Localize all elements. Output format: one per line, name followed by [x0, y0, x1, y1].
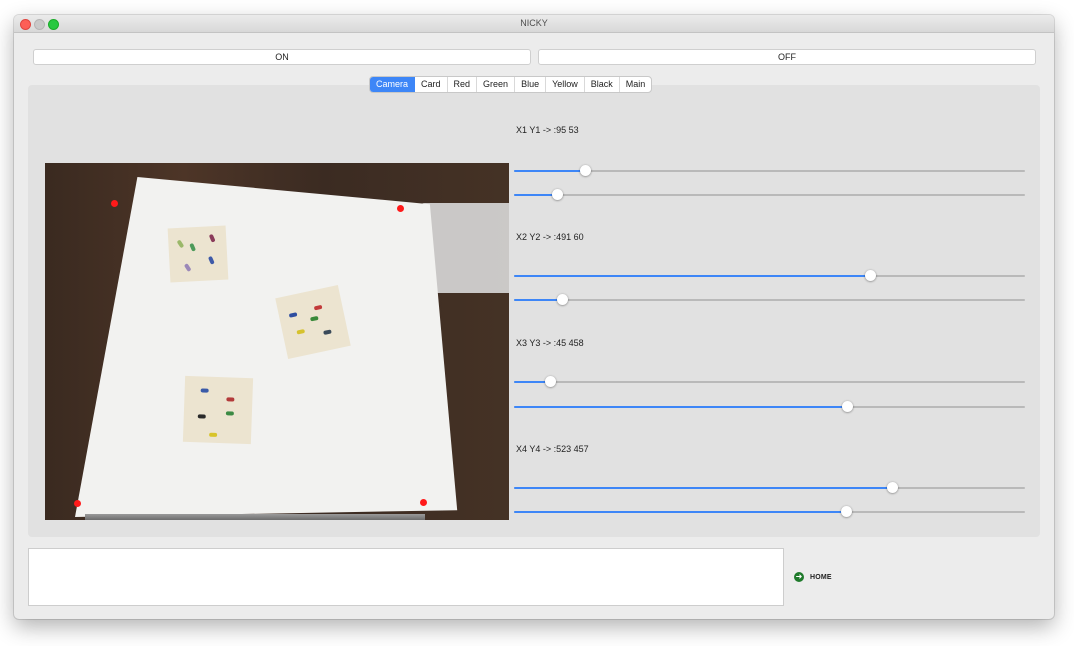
- slider-knob[interactable]: [841, 401, 853, 412]
- output-text-area[interactable]: [28, 548, 784, 606]
- home-button[interactable]: ➜ HOME: [794, 572, 832, 582]
- title-bar: NICKY: [14, 15, 1054, 33]
- corner4-label: X4 Y4 -> :523 457: [516, 444, 589, 454]
- corner2-label: X2 Y2 -> :491 60: [516, 232, 584, 242]
- corner-marker: [420, 499, 427, 506]
- card-note: [167, 225, 229, 283]
- corner1-y-slider[interactable]: [514, 189, 1025, 200]
- slider-knob[interactable]: [551, 189, 563, 200]
- corner2-x-slider[interactable]: [514, 270, 1025, 281]
- tab-camera[interactable]: Camera: [370, 77, 416, 92]
- corner-marker: [74, 500, 81, 507]
- tab-black[interactable]: Black: [585, 77, 620, 92]
- on-button[interactable]: ON: [33, 49, 531, 65]
- slider-knob[interactable]: [580, 165, 592, 176]
- slider-knob[interactable]: [557, 294, 569, 305]
- slider-knob[interactable]: [886, 482, 898, 493]
- home-label: HOME: [810, 573, 832, 581]
- off-button[interactable]: OFF: [538, 49, 1036, 65]
- corner3-x-slider[interactable]: [514, 376, 1025, 387]
- corner-marker: [111, 200, 118, 207]
- card-note: [275, 285, 351, 359]
- window-title: NICKY: [520, 18, 548, 28]
- camera-rail: [85, 514, 425, 520]
- corner3-label: X3 Y3 -> :45 458: [516, 338, 584, 348]
- slider-knob[interactable]: [864, 270, 876, 281]
- app-window: NICKY ON OFF Camera Card Red Green Blue …: [14, 15, 1054, 619]
- corner1-x-slider[interactable]: [514, 165, 1025, 176]
- slider-knob[interactable]: [840, 506, 852, 517]
- tab-green[interactable]: Green: [477, 77, 516, 92]
- arrow-circle-right-icon: ➜: [794, 572, 804, 582]
- corner2-y-slider[interactable]: [514, 294, 1025, 305]
- tab-main[interactable]: Main: [620, 77, 652, 92]
- tab-blue[interactable]: Blue: [515, 77, 547, 92]
- corner3-y-slider[interactable]: [514, 401, 1025, 412]
- corner4-x-slider[interactable]: [514, 482, 1025, 493]
- corner-marker: [397, 205, 404, 212]
- camera-board: [75, 177, 458, 517]
- corner4-y-slider[interactable]: [514, 506, 1025, 517]
- camera-feed: [45, 163, 509, 520]
- corner1-label: X1 Y1 -> :95 53: [516, 125, 579, 135]
- card-note: [182, 375, 254, 445]
- tab-red[interactable]: Red: [448, 77, 478, 92]
- tab-bar: Camera Card Red Green Blue Yellow Black …: [369, 76, 653, 93]
- tab-yellow[interactable]: Yellow: [546, 77, 585, 92]
- tab-card[interactable]: Card: [415, 77, 448, 92]
